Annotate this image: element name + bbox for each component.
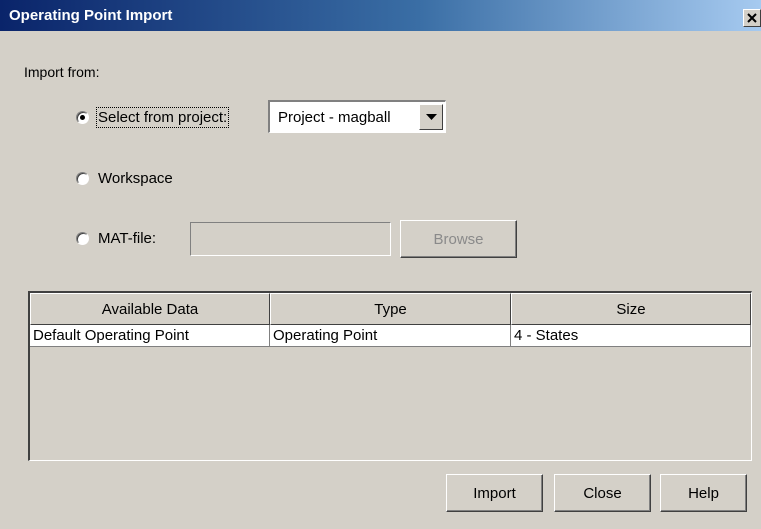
project-select-dropdown-button[interactable] — [419, 104, 443, 130]
project-select[interactable]: Project - magball — [268, 100, 446, 133]
table-cell-available-data[interactable]: Default Operating Point — [30, 325, 270, 347]
window-title: Operating Point Import — [9, 7, 173, 24]
chevron-down-icon — [426, 114, 437, 120]
radio-button[interactable] — [76, 232, 89, 245]
select-from-project-label: Select from project: — [95, 107, 230, 128]
column-header-available-data[interactable]: Available Data — [30, 293, 270, 325]
column-header-size[interactable]: Size — [511, 293, 751, 325]
radio-button[interactable] — [76, 172, 89, 185]
table-row[interactable]: Default Operating Point Operating Point … — [30, 325, 751, 347]
close-x-icon — [747, 13, 757, 23]
browse-button[interactable]: Browse — [400, 220, 517, 258]
close-button[interactable]: Close — [554, 474, 651, 512]
import-button[interactable]: Import — [446, 474, 543, 512]
operating-point-import-dialog: Operating Point Import Import from: Sele… — [0, 0, 761, 529]
project-select-value: Project - magball — [278, 109, 391, 126]
column-header-type[interactable]: Type — [270, 293, 511, 325]
table-header: Available Data Type Size — [30, 293, 751, 325]
close-window-button[interactable] — [743, 9, 761, 27]
help-button[interactable]: Help — [660, 474, 747, 512]
radio-button-selected[interactable] — [76, 111, 89, 124]
radio-select-from-project[interactable]: Select from project: — [76, 107, 230, 128]
mat-file-path-field[interactable] — [190, 222, 391, 256]
workspace-label: Workspace — [98, 170, 173, 187]
radio-mat-file[interactable]: MAT-file: — [76, 230, 156, 247]
radio-workspace[interactable]: Workspace — [76, 170, 173, 187]
title-bar[interactable]: Operating Point Import — [0, 0, 761, 31]
radio-dot-icon — [80, 115, 85, 120]
available-data-table: Available Data Type Size Default Operati… — [28, 291, 752, 461]
table-cell-size[interactable]: 4 - States — [511, 325, 751, 347]
mat-file-label: MAT-file: — [98, 230, 157, 247]
import-from-label: Import from: — [24, 64, 100, 80]
table-cell-type[interactable]: Operating Point — [270, 325, 511, 347]
